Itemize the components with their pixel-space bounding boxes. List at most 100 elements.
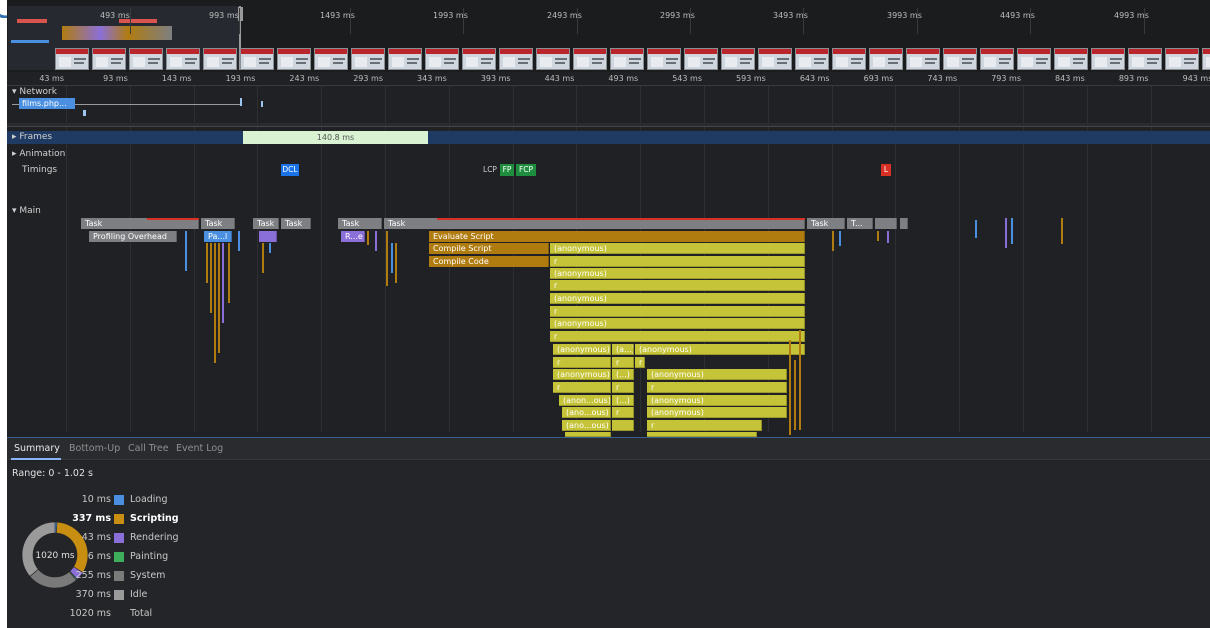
filmstrip-frame[interactable] bbox=[980, 48, 1014, 70]
filmstrip-frame[interactable] bbox=[906, 48, 940, 70]
filmstrip-frame[interactable] bbox=[610, 48, 644, 70]
filmstrip-frame[interactable] bbox=[1165, 48, 1199, 70]
anonymous-frame[interactable]: (anonymous) bbox=[553, 369, 611, 380]
anonymous-frame[interactable]: (anonymous) bbox=[553, 344, 611, 355]
filmstrip-frame[interactable] bbox=[758, 48, 792, 70]
tab-call-tree[interactable]: Call Tree bbox=[128, 443, 169, 454]
filmstrip-frame[interactable] bbox=[240, 48, 274, 70]
task-block[interactable]: Task bbox=[807, 218, 845, 229]
filmstrip-frame[interactable] bbox=[462, 48, 496, 70]
filmstrip-frame[interactable] bbox=[1054, 48, 1088, 70]
track-splitter[interactable] bbox=[7, 123, 1210, 127]
filmstrip-frame[interactable] bbox=[536, 48, 570, 70]
filmstrip-frame[interactable] bbox=[129, 48, 163, 70]
filmstrip-frame[interactable] bbox=[277, 48, 311, 70]
r-frame[interactable]: r bbox=[635, 357, 645, 368]
filmstrip-frame[interactable] bbox=[351, 48, 385, 70]
tab-event-log[interactable]: Event Log bbox=[176, 443, 223, 454]
ruler-tick-label: 193 ms bbox=[225, 74, 256, 83]
filmstrip-frame[interactable] bbox=[1202, 48, 1210, 70]
filmstrip-frame[interactable] bbox=[203, 48, 237, 70]
filmstrip-frame[interactable] bbox=[314, 48, 348, 70]
filmstrip-frame[interactable] bbox=[1128, 48, 1162, 70]
anonymous-frame[interactable]: (...) bbox=[612, 369, 634, 380]
r-frame[interactable]: r bbox=[550, 331, 805, 342]
recalc-style-block[interactable]: R...e bbox=[341, 231, 365, 242]
network-request-marker bbox=[240, 98, 242, 106]
main-track-label[interactable]: ▾ Main bbox=[12, 206, 41, 216]
task-block[interactable] bbox=[900, 218, 908, 229]
fp-marker[interactable]: FP bbox=[500, 164, 514, 176]
filmstrip-frame[interactable] bbox=[166, 48, 200, 70]
anonymous-frame[interactable]: (anonymous) bbox=[550, 318, 805, 329]
evaluate-script-block[interactable]: Evaluate Script bbox=[429, 231, 805, 242]
tab-bottom-up[interactable]: Bottom-Up bbox=[69, 443, 120, 454]
filmstrip-frame[interactable] bbox=[55, 48, 89, 70]
network-request-bar[interactable]: films.php... bbox=[19, 98, 75, 109]
task-block[interactable] bbox=[875, 218, 897, 229]
filmstrip-frame[interactable] bbox=[388, 48, 422, 70]
filmstrip-frame[interactable] bbox=[1091, 48, 1125, 70]
anonymous-frame[interactable]: (ano...ous) bbox=[562, 420, 611, 431]
filmstrip-frame[interactable] bbox=[721, 48, 755, 70]
dcl-marker[interactable]: DCL bbox=[281, 164, 299, 176]
r-frame[interactable]: r bbox=[647, 382, 787, 393]
network-track-label[interactable]: ▾ Network bbox=[12, 87, 57, 97]
task-block[interactable]: Task bbox=[338, 218, 382, 229]
frame-bar[interactable]: 140.8 ms bbox=[243, 131, 428, 144]
fcp-marker[interactable]: FCP bbox=[516, 164, 536, 176]
parse-html-block[interactable]: Pa...l bbox=[204, 231, 232, 242]
filmstrip-frame[interactable] bbox=[869, 48, 903, 70]
profiling-overhead-block[interactable]: Profiling Overhead bbox=[89, 231, 177, 242]
task-block[interactable]: Task bbox=[201, 218, 235, 229]
r-frame[interactable]: r bbox=[553, 357, 611, 368]
yellow-frame[interactable] bbox=[612, 420, 634, 431]
anonymous-frame[interactable]: (a...) bbox=[612, 344, 634, 355]
rendering-block[interactable] bbox=[259, 231, 277, 242]
r-frame[interactable]: r bbox=[612, 357, 634, 368]
anonymous-frame[interactable]: (anonymous) bbox=[647, 407, 787, 418]
anonymous-frame[interactable]: (anon...ous) bbox=[559, 395, 611, 406]
filmstrip-frame[interactable] bbox=[795, 48, 829, 70]
frames-row[interactable] bbox=[7, 131, 1210, 144]
load-marker[interactable]: L bbox=[881, 164, 891, 176]
task-block[interactable]: Task bbox=[281, 218, 311, 229]
anonymous-frame[interactable]: (anonymous) bbox=[647, 395, 787, 406]
animation-track-label[interactable]: ▸ Animation bbox=[12, 149, 65, 159]
task-block[interactable]: Task bbox=[253, 218, 279, 229]
filmstrip-frame[interactable] bbox=[1017, 48, 1051, 70]
compile-code-block[interactable]: Compile Code bbox=[429, 256, 549, 267]
anonymous-frame[interactable]: (ano...ous) bbox=[562, 407, 611, 418]
filmstrip-frame[interactable] bbox=[684, 48, 718, 70]
compile-script-block[interactable]: Compile Script bbox=[429, 243, 549, 254]
anonymous-frame[interactable]: (...) bbox=[612, 395, 634, 406]
task-block[interactable]: T... bbox=[847, 218, 873, 229]
filmstrip-frame[interactable] bbox=[573, 48, 607, 70]
filmstrip-frame[interactable] bbox=[647, 48, 681, 70]
filmstrip-frame[interactable] bbox=[425, 48, 459, 70]
frame-label: r bbox=[554, 332, 558, 341]
anonymous-frame[interactable]: (anonymous) bbox=[550, 293, 805, 304]
r-frame[interactable]: r bbox=[647, 420, 762, 431]
anonymous-frame[interactable]: (anonymous) bbox=[635, 344, 805, 355]
r-frame[interactable]: r bbox=[553, 382, 611, 393]
frames-track-label[interactable]: ▸ Frames bbox=[12, 132, 52, 142]
ruler-tick-label: 343 ms bbox=[417, 74, 447, 83]
overview-pane[interactable]: 493 ms 993 ms 1493 ms 1993 ms 2493 ms 2993 ms… bbox=[7, 0, 1210, 72]
lcp-marker[interactable]: LCP bbox=[481, 164, 499, 176]
timings-track-label[interactable]: Timings bbox=[12, 165, 57, 175]
r-frame[interactable]: r bbox=[612, 382, 634, 393]
filmstrip-frame[interactable] bbox=[499, 48, 533, 70]
r-frame[interactable]: r bbox=[550, 306, 805, 317]
anonymous-frame[interactable]: (anonymous) bbox=[550, 243, 805, 254]
tab-summary[interactable]: Summary bbox=[14, 443, 60, 454]
filmstrip-frame[interactable] bbox=[832, 48, 866, 70]
task-label: Task bbox=[205, 219, 223, 228]
anonymous-frame[interactable]: (anonymous) bbox=[647, 369, 787, 380]
filmstrip-frame[interactable] bbox=[943, 48, 977, 70]
anonymous-frame[interactable]: (anonymous) bbox=[550, 268, 805, 279]
filmstrip-frame[interactable] bbox=[92, 48, 126, 70]
r-frame[interactable]: r bbox=[550, 280, 805, 291]
r-frame[interactable]: r bbox=[612, 407, 634, 418]
r-frame[interactable]: r bbox=[550, 256, 805, 267]
